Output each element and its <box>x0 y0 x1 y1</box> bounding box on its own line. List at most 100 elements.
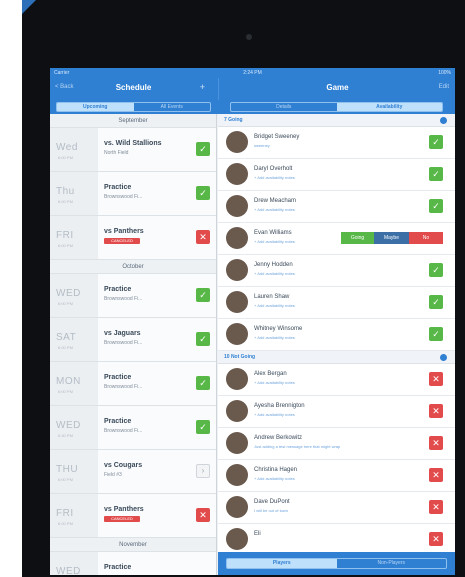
event-day: WED <box>56 566 81 575</box>
player-note[interactable]: + Add availability notes <box>254 175 295 180</box>
maybe-button[interactable]: Maybe <box>374 232 409 244</box>
navigation-bar: < Back Schedule + Game Edit <box>50 78 455 100</box>
event-location: Brownswood Fi... <box>104 340 143 346</box>
tab-non-players[interactable]: Non-Players <box>337 559 447 568</box>
no-button[interactable]: No <box>409 232 443 244</box>
x-icon[interactable]: ✕ <box>429 500 443 514</box>
player-row[interactable]: Drew Meacham + Add availability notes ✓ <box>218 191 455 223</box>
plus-icon[interactable]: + <box>200 82 205 92</box>
player-note[interactable]: + Add availability notes <box>254 476 295 481</box>
event-row[interactable]: MON 6:00 PM Practice Brownswood Fi... ✓ <box>50 362 216 406</box>
x-icon[interactable]: ✕ <box>196 230 210 244</box>
unanswered-icon[interactable]: › <box>196 464 210 478</box>
player-row[interactable]: Lauren Shaw + Add availability notes ✓ <box>218 287 455 319</box>
checkmark-icon[interactable]: ✓ <box>196 186 210 200</box>
x-icon[interactable]: ✕ <box>429 532 443 546</box>
x-icon[interactable]: ✕ <box>429 372 443 386</box>
going-section-header: 7 Going <box>218 114 455 127</box>
event-row[interactable]: WED 6:30 PM Practice Brownswood Fi... ✓ <box>50 406 216 450</box>
checkmark-icon[interactable]: ✓ <box>429 199 443 213</box>
player-name: Drew Meacham <box>254 198 297 204</box>
player-name: Lauren Shaw <box>254 294 290 300</box>
player-note[interactable]: I will be out of town <box>254 508 288 513</box>
event-name: Practice <box>104 286 132 293</box>
player-note[interactable]: + Add availability notes <box>254 412 295 417</box>
list-icon[interactable] <box>440 354 447 361</box>
tab-availability[interactable]: Availability <box>336 103 442 111</box>
tab-all-events[interactable]: All Events <box>134 103 211 111</box>
event-day: THU <box>56 464 79 475</box>
event-row[interactable]: WED Practice <box>50 552 216 575</box>
event-time: 6:00 PM <box>58 199 73 204</box>
player-note[interactable]: + Add availability notes <box>254 207 295 212</box>
event-time: 6:30 PM <box>58 433 73 438</box>
event-row[interactable]: Wed 6:00 PM vs. Wild Stallions North Fie… <box>50 128 216 172</box>
checkmark-icon[interactable]: ✓ <box>196 420 210 434</box>
player-row[interactable]: Jenny Hodden + Add availability notes ✓ <box>218 255 455 287</box>
player-name: Evan Williams <box>254 230 292 236</box>
player-type-segmented-control: Players Non-Players <box>226 558 447 569</box>
player-note[interactable]: + Add availability notes <box>254 380 295 385</box>
player-row[interactable]: Alex Bergan + Add availability notes ✕ <box>218 364 455 396</box>
player-row[interactable]: Andrew Berkowitz Just adding a test mess… <box>218 428 455 460</box>
player-row[interactable]: Evan Williams + Add availability notes G… <box>218 223 455 255</box>
checkmark-icon[interactable]: ✓ <box>429 135 443 149</box>
checkmark-icon[interactable]: ✓ <box>429 295 443 309</box>
player-name: Dave DuPont <box>254 499 290 505</box>
edit-button[interactable]: Edit <box>439 84 449 90</box>
event-day: FRI <box>56 230 74 241</box>
status-bar: Carrier 2:24 PM 100% <box>50 68 455 78</box>
list-icon[interactable] <box>440 117 447 124</box>
player-row[interactable]: Daryl Overholt + Add availability notes … <box>218 159 455 191</box>
player-note[interactable]: + Add availability notes <box>254 335 295 340</box>
player-note[interactable]: Just adding a test message here that mig… <box>254 444 340 449</box>
checkmark-icon[interactable]: ✓ <box>196 142 210 156</box>
going-button[interactable]: Going <box>341 232 374 244</box>
event-row[interactable]: WED 6:00 PM Practice Brownswood Fi... ✓ <box>50 274 216 318</box>
x-icon[interactable]: ✕ <box>429 436 443 450</box>
checkmark-icon[interactable]: ✓ <box>429 263 443 277</box>
event-time: 6:00 PM <box>58 301 73 306</box>
event-row[interactable]: Thu 6:00 PM Practice Brownswood Fi... ✓ <box>50 172 216 216</box>
player-name: Daryl Overholt <box>254 166 293 172</box>
event-name: Practice <box>104 374 132 381</box>
player-row[interactable]: Christina Hagen + Add availability notes… <box>218 460 455 492</box>
player-note[interactable]: + Add availability notes <box>254 271 295 276</box>
not-going-section-header: 10 Not Going <box>218 351 455 364</box>
checkmark-icon[interactable]: ✓ <box>429 167 443 181</box>
player-name: Whitney Winsome <box>254 326 303 332</box>
event-row[interactable]: FRI 6:00 PM vs Panthers CANCELED ✕ <box>50 494 216 538</box>
player-note[interactable]: + Add availability notes <box>254 303 295 308</box>
schedule-title: Schedule <box>115 83 152 92</box>
event-location: Brownswood Fi... <box>104 384 143 390</box>
player-note[interactable]: + Add availability notes <box>254 239 295 244</box>
x-icon[interactable]: ✕ <box>196 508 210 522</box>
tab-upcoming[interactable]: Upcoming <box>57 103 134 111</box>
tab-details[interactable]: Details <box>231 103 337 111</box>
player-row[interactable]: Dave DuPont I will be out of town ✕ <box>218 492 455 524</box>
avatar <box>226 400 248 422</box>
checkmark-icon[interactable]: ✓ <box>196 332 210 346</box>
player-row[interactable]: Whitney Winsome + Add availability notes… <box>218 319 455 351</box>
checkmark-icon[interactable]: ✓ <box>196 376 210 390</box>
tab-players[interactable]: Players <box>227 559 337 568</box>
event-location: North Field <box>104 150 129 156</box>
player-note[interactable]: sweeney <box>254 143 270 148</box>
player-row[interactable]: Ayesha Brennigton + Add availability not… <box>218 396 455 428</box>
event-location: Field #3 <box>104 472 122 478</box>
player-row[interactable]: Bridget Sweeney sweeney ✓ <box>218 127 455 159</box>
event-row[interactable]: THU 6:00 PM vs Cougars Field #3 › <box>50 450 216 494</box>
event-row[interactable]: FRI 6:00 PM vs Panthers CANCELED ✕ <box>50 216 216 260</box>
schedule-segmented-control: Upcoming All Events <box>56 102 211 112</box>
event-time: 6:00 PM <box>58 345 73 350</box>
bottom-toolbar: Players Non-Players <box>218 552 455 575</box>
avatar <box>226 464 248 486</box>
x-icon[interactable]: ✕ <box>429 468 443 482</box>
checkmark-icon[interactable]: ✓ <box>429 327 443 341</box>
checkmark-icon[interactable]: ✓ <box>196 288 210 302</box>
event-day: Thu <box>56 186 75 197</box>
game-segmented-control: Details Availability <box>230 102 443 112</box>
x-icon[interactable]: ✕ <box>429 404 443 418</box>
player-name: Christina Hagen <box>254 467 298 473</box>
event-row[interactable]: SAT 6:00 PM vs Jaguars Brownswood Fi... … <box>50 318 216 362</box>
